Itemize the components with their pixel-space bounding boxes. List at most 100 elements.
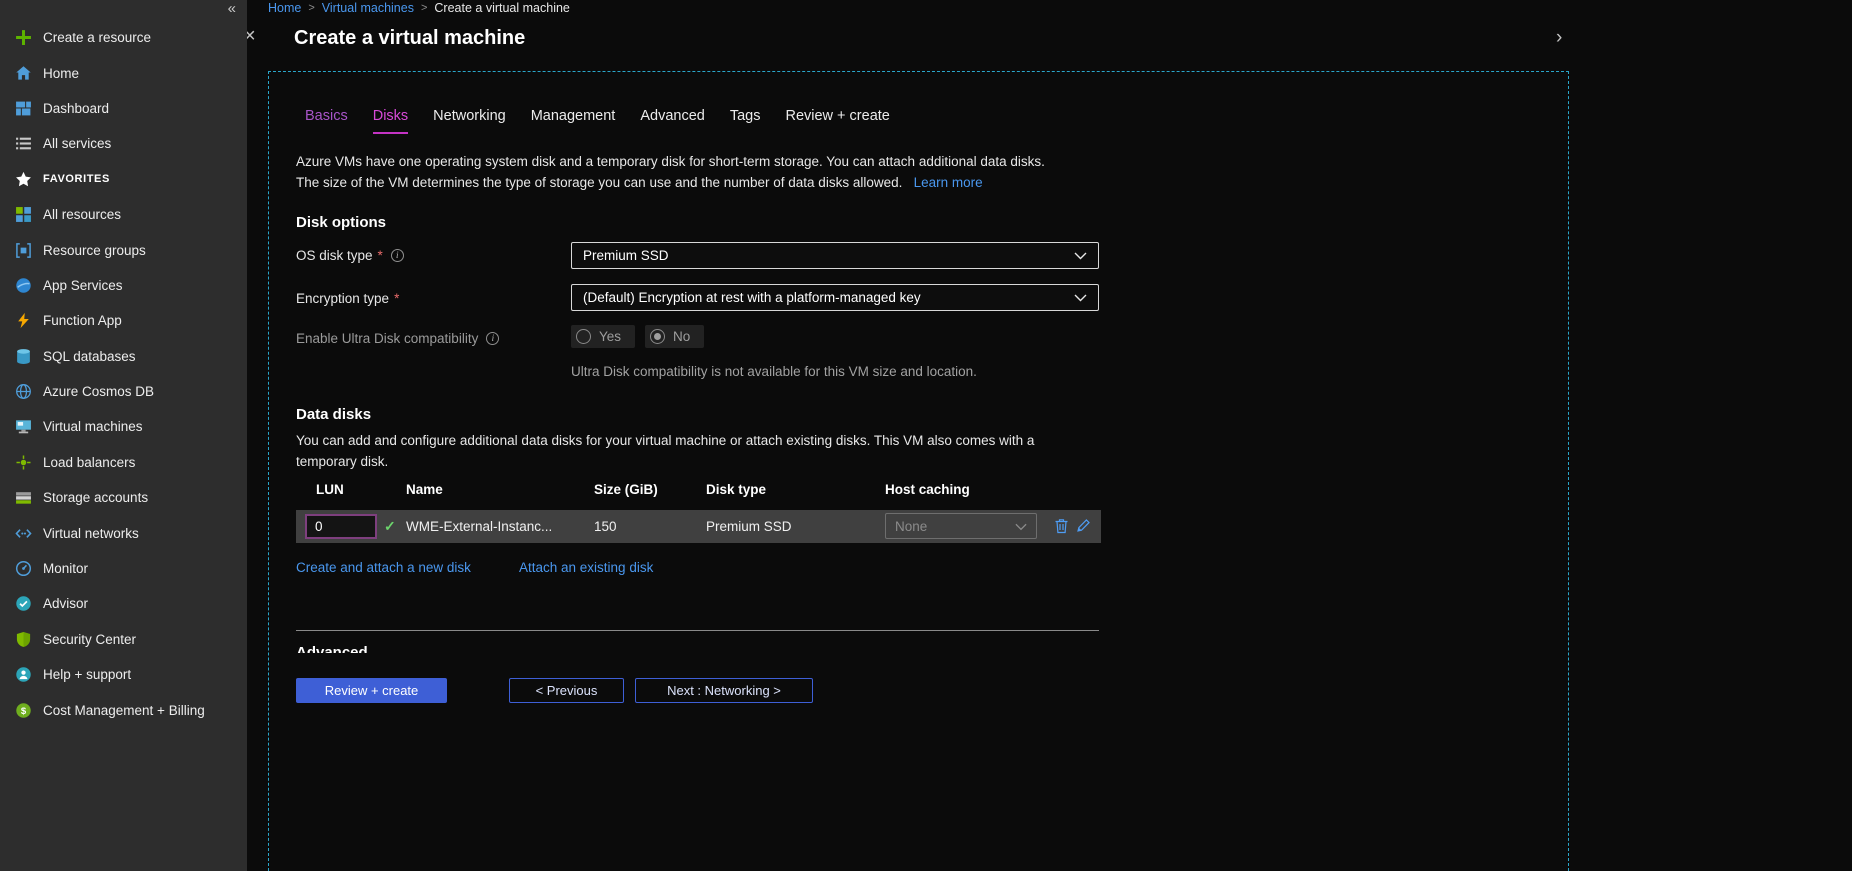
os-disk-type-dropdown[interactable]: Premium SSD: [571, 242, 1099, 269]
data-disks-heading: Data disks: [296, 406, 371, 423]
encryption-type-label: Encryption type *: [296, 291, 399, 306]
sidebar-item-function-app[interactable]: Function App: [0, 303, 247, 338]
radio-icon: [576, 329, 591, 344]
sidebar-item-resource-groups[interactable]: Resource groups: [0, 232, 247, 267]
sidebar-list: Create a resource Home Dashboard All ser…: [0, 20, 247, 728]
os-disk-type-value: Premium SSD: [583, 248, 669, 263]
ultra-disk-yes-radio[interactable]: Yes: [571, 325, 635, 348]
host-caching-dropdown[interactable]: None: [885, 513, 1037, 539]
app-services-icon: [15, 277, 32, 294]
tab-review-create[interactable]: Review + create: [785, 108, 889, 134]
breadcrumb-virtual-machines[interactable]: Virtual machines: [322, 1, 414, 15]
sidebar-item-label: Create a resource: [43, 30, 151, 45]
section-divider: [296, 630, 1099, 631]
tab-basics[interactable]: Basics: [305, 108, 348, 134]
sidebar-item-azure-cosmos-db[interactable]: Azure Cosmos DB: [0, 374, 247, 409]
column-lun: LUN: [316, 482, 344, 497]
attach-existing-disk-link[interactable]: Attach an existing disk: [519, 560, 653, 575]
sidebar-item-storage-accounts[interactable]: Storage accounts: [0, 480, 247, 515]
learn-more-link[interactable]: Learn more: [914, 175, 983, 190]
list-icon: [15, 135, 32, 152]
chevron-right-icon: >: [308, 2, 314, 14]
sidebar-item-home[interactable]: Home: [0, 55, 247, 90]
tab-networking[interactable]: Networking: [433, 108, 506, 134]
data-disks-description: You can add and configure additional dat…: [296, 430, 1088, 472]
radio-selected-icon: [650, 329, 665, 344]
create-attach-disk-link[interactable]: Create and attach a new disk: [296, 560, 471, 575]
sidebar-item-label: Cost Management + Billing: [43, 703, 205, 718]
sidebar-item-cost-management[interactable]: $ Cost Management + Billing: [0, 692, 247, 727]
host-caching-value: None: [895, 519, 927, 534]
person-icon: [15, 666, 32, 683]
no-radio-label: No: [673, 329, 690, 344]
sidebar-item-help-support[interactable]: Help + support: [0, 657, 247, 692]
breadcrumb: Home > Virtual machines > Create a virtu…: [268, 0, 570, 16]
data-disk-row: ✓ WME-External-Instanc... 150 Premium SS…: [296, 510, 1101, 543]
edit-disk-icon[interactable]: [1076, 518, 1091, 538]
required-marker: *: [378, 248, 383, 263]
lightning-icon: [15, 312, 32, 329]
delete-disk-icon[interactable]: [1054, 518, 1069, 539]
intro-line-2: The size of the VM determines the type o…: [296, 175, 902, 190]
ultra-disk-label: Enable Ultra Disk compatibility i: [296, 331, 499, 346]
tab-disks[interactable]: Disks: [373, 108, 408, 134]
tab-management[interactable]: Management: [531, 108, 616, 134]
sidebar-item-dashboard[interactable]: Dashboard: [0, 91, 247, 126]
tab-advanced[interactable]: Advanced: [640, 108, 705, 134]
previous-button[interactable]: < Previous: [509, 678, 624, 703]
ultra-disk-radio-group: Yes No: [571, 325, 704, 348]
column-disk-type: Disk type: [706, 482, 766, 497]
expand-panel-icon[interactable]: ›: [1556, 28, 1562, 47]
sidebar-item-label: Monitor: [43, 561, 88, 576]
plus-icon: [15, 29, 32, 46]
sidebar-item-all-resources[interactable]: All resources: [0, 197, 247, 232]
breadcrumb-home[interactable]: Home: [268, 1, 301, 15]
ultra-disk-no-radio[interactable]: No: [645, 325, 704, 348]
sidebar-item-all-services[interactable]: All services: [0, 126, 247, 161]
sidebar-item-virtual-networks[interactable]: Virtual networks: [0, 515, 247, 550]
storage-icon: [15, 489, 32, 506]
info-icon[interactable]: i: [391, 249, 404, 262]
tab-tags[interactable]: Tags: [730, 108, 761, 134]
sidebar-item-label: Resource groups: [43, 243, 146, 258]
sidebar-item-security-center[interactable]: Security Center: [0, 622, 247, 657]
disk-options-heading: Disk options: [296, 214, 386, 231]
sidebar-item-label: Virtual networks: [43, 526, 139, 541]
encryption-type-value: (Default) Encryption at rest with a plat…: [583, 290, 921, 305]
tab-intro-text: Azure VMs have one operating system disk…: [296, 151, 1045, 193]
sidebar-item-virtual-machines[interactable]: Virtual machines: [0, 409, 247, 444]
sidebar-item-label: Load balancers: [43, 455, 135, 470]
vm-icon: [15, 418, 32, 435]
encryption-type-dropdown[interactable]: (Default) Encryption at rest with a plat…: [571, 284, 1099, 311]
sidebar-item-label: Storage accounts: [43, 490, 148, 505]
sidebar-item-advisor[interactable]: Advisor: [0, 586, 247, 621]
disk-size-cell: 150: [594, 510, 617, 543]
valid-check-icon: ✓: [384, 510, 396, 543]
required-marker: *: [394, 291, 399, 306]
sidebar-item-app-services[interactable]: App Services: [0, 268, 247, 303]
sidebar-item-sql-databases[interactable]: SQL databases: [0, 339, 247, 374]
create-vm-panel: Basics Disks Networking Management Advan…: [268, 71, 1569, 871]
chevron-down-icon: [1074, 248, 1087, 263]
lun-input[interactable]: [305, 514, 377, 539]
clipped-section-heading: Advanced: [296, 644, 368, 653]
review-create-button[interactable]: Review + create: [296, 678, 447, 703]
database-icon: [15, 348, 32, 365]
wizard-tabs: Basics Disks Networking Management Advan…: [305, 108, 890, 134]
sidebar-item-create-a-resource[interactable]: Create a resource: [0, 20, 247, 55]
sidebar-item-load-balancers[interactable]: Load balancers: [0, 445, 247, 480]
grid-icon: [15, 206, 32, 223]
sidebar-item-label: All services: [43, 136, 111, 151]
star-icon: [15, 171, 32, 188]
breadcrumb-current: Create a virtual machine: [434, 1, 569, 15]
gauge-icon: [15, 560, 32, 577]
info-icon[interactable]: i: [486, 332, 499, 345]
sidebar-item-monitor[interactable]: Monitor: [0, 551, 247, 586]
sidebar-item-label: Security Center: [43, 632, 136, 647]
sidebar-item-label: Function App: [43, 313, 122, 328]
collapse-sidebar-icon[interactable]: «: [228, 0, 236, 17]
disk-type-cell: Premium SSD: [706, 510, 792, 543]
next-networking-button[interactable]: Next : Networking >: [635, 678, 813, 703]
svg-text:$: $: [21, 706, 27, 717]
column-size: Size (GiB): [594, 482, 658, 497]
